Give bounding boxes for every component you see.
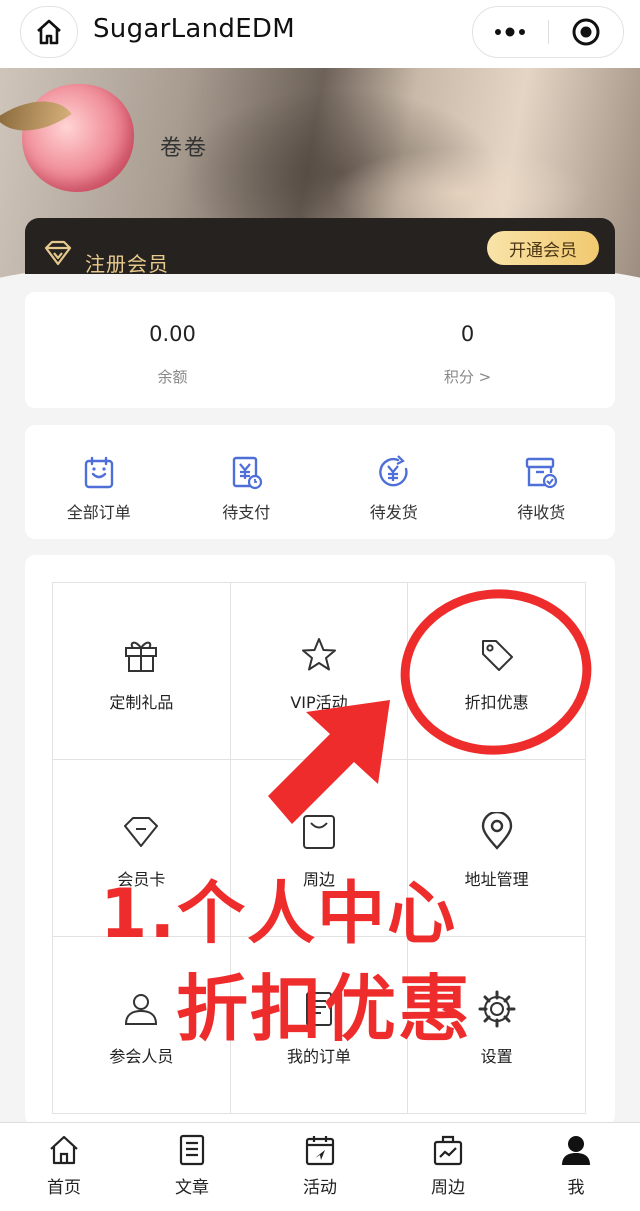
- pending-payment-label: 待支付: [222, 503, 271, 522]
- grid-item-label: VIP活动: [290, 693, 348, 712]
- grid-item-label: 定制礼品: [109, 693, 174, 712]
- article-icon: [179, 1134, 205, 1166]
- stats-card: 0.00 余额 0 积分 >: [25, 292, 615, 408]
- gift-icon: [125, 641, 158, 672]
- tab-label: 首页: [47, 1178, 81, 1198]
- top-bar: SugarLandEDM: [0, 0, 640, 68]
- all-orders-button[interactable]: 全部订单: [25, 425, 173, 539]
- me-icon: [562, 1136, 590, 1165]
- grid-item-label: 我的订单: [286, 1047, 351, 1066]
- avatar[interactable]: [22, 84, 134, 192]
- grid-item-label: 设置: [480, 1047, 513, 1066]
- grid-item-address[interactable]: 地址管理: [408, 760, 586, 937]
- pending-receipt-label: 待收货: [517, 503, 566, 522]
- pending-shipment-icon: [378, 455, 408, 487]
- grid-item-discount[interactable]: 折扣优惠: [408, 583, 586, 760]
- shopping-bag-icon: [302, 815, 335, 849]
- grid-item-label: 周边: [302, 870, 335, 889]
- balance-stat[interactable]: 0.00 余额: [25, 292, 320, 408]
- orders-card: 全部订单 待支付 待发货 待收货: [25, 425, 615, 539]
- open-member-button[interactable]: 开通会员: [487, 231, 599, 265]
- home-icon: [50, 1135, 78, 1165]
- function-grid: 定制礼品 VIP活动 折扣优惠 会员卡 周边 地址管理 参会人员 我的订单 设置: [52, 582, 586, 1114]
- points-stat[interactable]: 0 积分 >: [320, 292, 615, 408]
- balance-value: 0.00: [149, 322, 196, 346]
- calendar-icon: [305, 1136, 335, 1166]
- order-list-icon: [84, 456, 113, 489]
- pending-payment-button[interactable]: 待支付: [173, 425, 321, 539]
- function-grid-card: 定制礼品 VIP活动 折扣优惠 会员卡 周边 地址管理 参会人员 我的订单 设置: [25, 555, 615, 1125]
- merch-icon: [433, 1135, 463, 1166]
- points-value: 0: [460, 322, 475, 346]
- username: 卷卷: [160, 136, 209, 161]
- home-icon: [37, 19, 61, 45]
- grid-item-settings[interactable]: 设置: [408, 937, 586, 1114]
- tab-merch[interactable]: 周边: [384, 1123, 512, 1211]
- tab-activity[interactable]: 活动: [256, 1123, 384, 1211]
- pending-receipt-icon: [526, 457, 558, 489]
- register-member-label: 注册会员: [85, 252, 169, 274]
- bottom-tab-bar: 首页 文章 活动 周边 我: [0, 1122, 640, 1211]
- close-capsule-button[interactable]: [549, 7, 624, 57]
- tab-label: 周边: [431, 1178, 465, 1198]
- tab-label: 活动: [303, 1178, 337, 1198]
- grid-item-label: 会员卡: [117, 870, 166, 889]
- tab-me[interactable]: 我: [512, 1123, 640, 1211]
- more-button[interactable]: [473, 7, 548, 57]
- person-icon: [125, 994, 158, 1025]
- grid-item-merch[interactable]: 周边: [230, 760, 409, 937]
- location-pin-icon: [481, 812, 512, 850]
- tab-label: 文章: [175, 1178, 209, 1198]
- all-orders-label: 全部订单: [66, 503, 131, 522]
- star-icon: [301, 638, 336, 671]
- gear-icon: [478, 990, 516, 1028]
- points-label: 积分 >: [443, 368, 492, 386]
- grid-item-attendees[interactable]: 参会人员: [53, 937, 231, 1114]
- grid-item-custom-gift[interactable]: 定制礼品: [53, 583, 231, 760]
- capsule-menu: [472, 6, 624, 58]
- diamond-gem-icon: [44, 240, 72, 266]
- pending-receipt-button[interactable]: 待收货: [468, 425, 616, 539]
- more-dots-icon: [495, 27, 526, 37]
- pending-payment-icon: [233, 456, 263, 490]
- app-title: SugarLandEDM: [93, 14, 295, 44]
- tab-label: 我: [567, 1178, 585, 1198]
- balance-label: 余额: [157, 368, 188, 386]
- pending-shipment-button[interactable]: 待发货: [320, 425, 468, 539]
- tab-home[interactable]: 首页: [0, 1123, 128, 1211]
- grid-item-my-orders[interactable]: 我的订单: [230, 937, 409, 1114]
- document-icon: [305, 992, 332, 1026]
- pending-shipment-label: 待发货: [369, 503, 418, 522]
- grid-item-label: 地址管理: [464, 870, 529, 889]
- target-icon: [572, 18, 600, 46]
- grid-item-label: 参会人员: [109, 1047, 174, 1066]
- home-button[interactable]: [20, 6, 78, 58]
- grid-item-member-card[interactable]: 会员卡: [53, 760, 231, 937]
- grid-item-label: 折扣优惠: [464, 693, 529, 712]
- tab-article[interactable]: 文章: [128, 1123, 256, 1211]
- diamond-icon: [124, 817, 159, 847]
- grid-item-vip-activity[interactable]: VIP活动: [230, 583, 409, 760]
- tag-icon: [481, 640, 513, 671]
